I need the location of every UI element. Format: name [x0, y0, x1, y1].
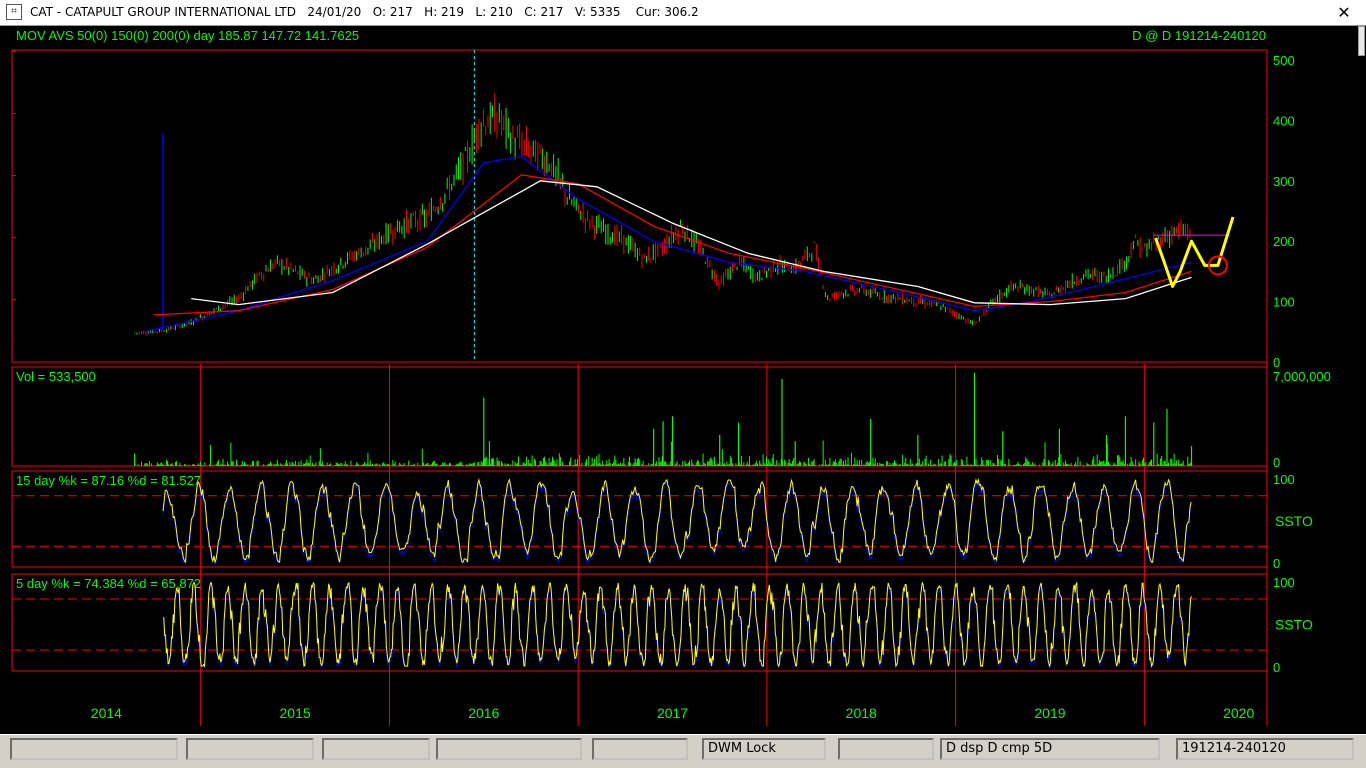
ssto-tick-bottom-3: 0 [1273, 660, 1280, 675]
chart-canvas[interactable]: MOV AVS 50(0) 150(0) 200(0) day 185.87 1… [0, 26, 1366, 734]
ssto-k-line-3 [162, 581, 1192, 668]
price-title: MOV AVS 50(0) 150(0) 200(0) day 185.87 1… [16, 28, 359, 43]
status-cell-8: 191214-240120 [1176, 738, 1354, 760]
ssto-title-3: 5 day %k = 74.384 %d = 65.872 [16, 576, 201, 591]
window-title: CAT - CATAPULT GROUP INTERNATIONAL LTD 2… [30, 5, 699, 19]
status-cell-1 [186, 738, 314, 760]
ssto-tick-top-3: 100 [1273, 575, 1295, 590]
year-label-2018: 2018 [846, 705, 877, 721]
year-label-2020: 2020 [1223, 705, 1254, 721]
price-tick-0: 500 [1273, 53, 1295, 68]
vertical-scrollbar[interactable] [1357, 26, 1366, 734]
ssto-d-line-2 [162, 480, 1192, 564]
moving-average-line-1 [153, 174, 1192, 316]
ssto-tick-bottom-2: 0 [1273, 556, 1280, 571]
year-label-2017: 2017 [657, 705, 688, 721]
annotation-projection-curve [1154, 216, 1235, 288]
price-tick-3: 200 [1273, 234, 1295, 249]
status-cell-7: D dsp D cmp 5D [940, 738, 1160, 760]
status-cell-5: DWM Lock [702, 738, 826, 760]
price-tick-2: 300 [1273, 174, 1295, 189]
year-label-2014: 2014 [91, 705, 122, 721]
ssto-title-2: 15 day %k = 87.16 %d = 81.527 [16, 473, 201, 488]
ssto-side-label-3: SSTO [1275, 617, 1313, 633]
price-right-label: D @ D 191214-240120 [1132, 28, 1266, 43]
scrollbar-thumb[interactable] [1358, 26, 1365, 56]
volume-tick-1: 0 [1273, 455, 1280, 470]
status-cell-6 [838, 738, 934, 760]
window-titlebar: ⌗ CAT - CATAPULT GROUP INTERNATIONAL LTD… [0, 0, 1366, 26]
year-label-2015: 2015 [280, 705, 311, 721]
volume-title: Vol = 533,500 [16, 369, 96, 384]
ssto-tick-top-2: 100 [1273, 472, 1295, 487]
price-tick-5: 0 [1273, 355, 1280, 370]
price-tick-1: 400 [1273, 113, 1295, 128]
ssto-side-label-2: SSTO [1275, 513, 1313, 529]
price-tick-4: 100 [1273, 295, 1295, 310]
chart-app-icon[interactable]: ⌗ [6, 4, 22, 20]
volume-tick-0: 7,000,000 [1273, 369, 1331, 384]
year-label-2016: 2016 [468, 705, 499, 721]
chart-area[interactable]: MOV AVS 50(0) 150(0) 200(0) day 185.87 1… [0, 26, 1366, 734]
year-label-2019: 2019 [1034, 705, 1065, 721]
status-cell-0 [10, 738, 178, 760]
taskbar-strip [0, 762, 1366, 768]
status-cell-3 [436, 738, 582, 760]
status-cell-2 [322, 738, 430, 760]
moving-average-line-0 [143, 155, 1192, 333]
status-cell-4 [592, 738, 688, 760]
close-button[interactable]: ✕ [1333, 3, 1355, 23]
